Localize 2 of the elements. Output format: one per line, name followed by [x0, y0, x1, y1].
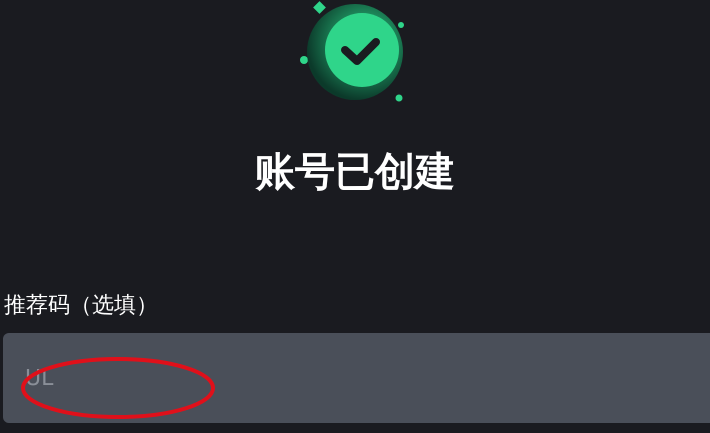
page-title: 账号已创建 [255, 148, 455, 196]
field-label: 推荐码（选填） [4, 293, 158, 318]
